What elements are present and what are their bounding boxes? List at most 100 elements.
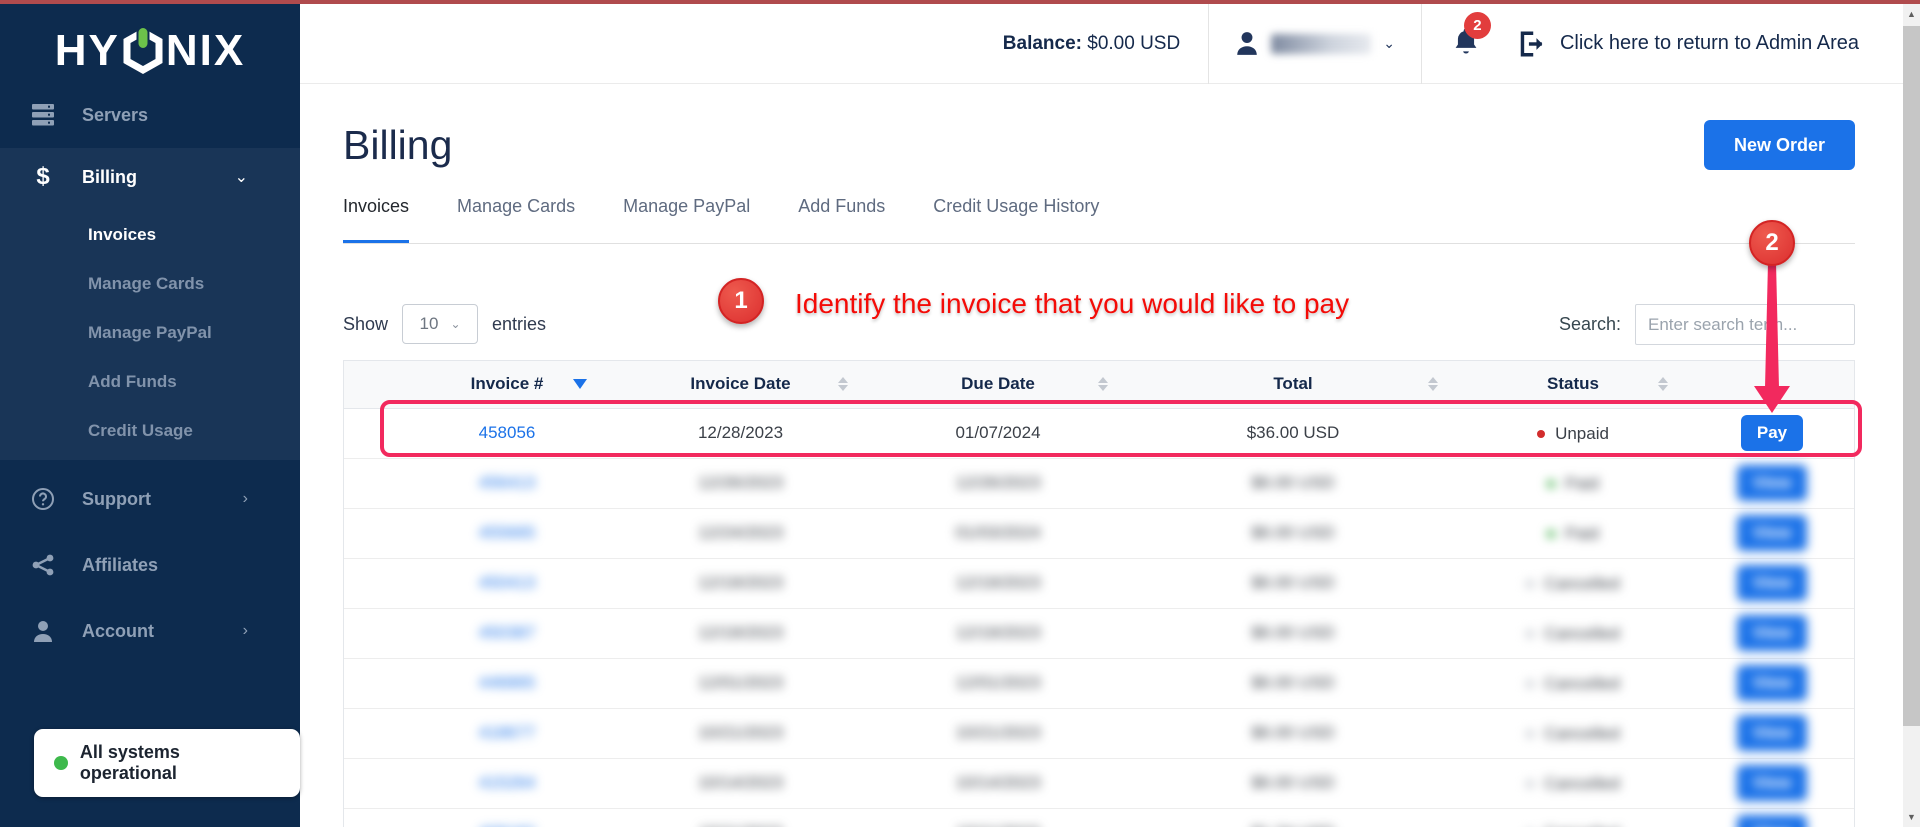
action-cell: View xyxy=(1688,507,1854,558)
invoice-link[interactable]: 458056 xyxy=(479,423,536,442)
due-date-cell: 10/14/2023 xyxy=(868,757,1128,808)
sidebar-item-billing[interactable]: $ Billing ⌄ xyxy=(0,148,300,206)
invoice-link[interactable]: 455665 xyxy=(479,523,536,542)
column-header-invoice-date[interactable]: Invoice Date xyxy=(613,361,868,409)
view-button[interactable]: View xyxy=(1736,565,1808,601)
invoice-cell: 450387 xyxy=(401,607,613,658)
tab-manage-cards[interactable]: Manage Cards xyxy=(457,196,575,243)
invoice-cell: 418677 xyxy=(401,707,613,758)
row-control-cell xyxy=(344,408,401,458)
scrollbar-thumb[interactable] xyxy=(1903,26,1920,726)
sidebar-item-affiliates[interactable]: Affiliates xyxy=(0,536,300,594)
status-dot-icon xyxy=(1526,729,1535,738)
hyonix-logo[interactable]: HY NIX xyxy=(0,26,300,76)
view-button[interactable]: View xyxy=(1736,515,1808,551)
invoice-date-cell: 12/26/2023 xyxy=(613,457,868,508)
status-badge: Cancelled xyxy=(1526,724,1620,744)
sidebar-subitem-credit-usage[interactable]: Credit Usage xyxy=(0,406,300,455)
sidebar-item-label: Account xyxy=(82,620,154,641)
view-button[interactable]: View xyxy=(1736,615,1808,651)
status-badge: Cancelled xyxy=(1526,674,1620,694)
sidebar-item-label: Servers xyxy=(82,104,149,125)
action-cell: View xyxy=(1688,457,1854,508)
due-date-cell: 01/07/2024 xyxy=(868,408,1128,458)
status-dot-icon xyxy=(1526,579,1535,588)
due-date-cell: 10/11/2023 xyxy=(868,807,1128,827)
column-header-empty xyxy=(344,361,401,409)
column-header-invoice[interactable]: Invoice # xyxy=(401,361,613,409)
tab-invoices[interactable]: Invoices xyxy=(343,196,410,243)
page-size-control: Show 10 ⌄ entries xyxy=(343,304,546,344)
notifications-button[interactable]: 2 xyxy=(1452,12,1491,61)
view-button[interactable]: View xyxy=(1736,815,1808,827)
column-header-total[interactable]: Total xyxy=(1128,361,1458,409)
invoice-date-cell: 12/01/2023 xyxy=(613,657,868,708)
logo-text-left: HY xyxy=(54,26,120,75)
search-input[interactable] xyxy=(1635,304,1855,345)
sidebar-subitem-invoices[interactable]: Invoices xyxy=(0,210,300,259)
invoice-link[interactable]: 450413 xyxy=(479,573,536,592)
invoice-date-cell: 10/14/2023 xyxy=(613,757,868,808)
sort-icon xyxy=(1658,377,1668,392)
total-amount: $1.34 USD xyxy=(1251,823,1334,827)
column-label: Total xyxy=(1273,374,1313,394)
column-header-empty xyxy=(1688,361,1854,409)
tab-add-funds[interactable]: Add Funds xyxy=(798,196,885,243)
user-menu[interactable]: ⌄ xyxy=(1235,31,1395,56)
page-size-select[interactable]: 10 ⌄ xyxy=(402,304,479,344)
due-date-cell: 10/21/2023 xyxy=(868,707,1128,758)
sidebar-subitem-add-funds[interactable]: Add Funds xyxy=(0,357,300,406)
sidebar-item-servers[interactable]: Servers xyxy=(0,86,300,144)
invoice-link[interactable]: 418677 xyxy=(479,723,536,742)
entries-label: entries xyxy=(492,313,547,334)
action-cell: Pay xyxy=(1688,408,1854,458)
column-header-due-date[interactable]: Due Date xyxy=(868,361,1128,409)
action-cell: View xyxy=(1688,807,1854,827)
logout-button[interactable] xyxy=(1516,30,1544,58)
invoice-date: 12/26/2023 xyxy=(697,473,784,492)
status-text: All systems operational xyxy=(79,742,180,783)
invoice-cell: 415264 xyxy=(401,757,613,808)
row-control-cell xyxy=(344,457,401,508)
action-cell: View xyxy=(1688,657,1854,708)
view-button[interactable]: View xyxy=(1736,765,1808,801)
system-status-badge[interactable]: All systems operational xyxy=(34,729,300,797)
due-date: 01/03/2024 xyxy=(955,523,1041,542)
sidebar-subitem-manage-paypal[interactable]: Manage PayPal xyxy=(0,308,300,357)
invoice-link[interactable]: 408182 xyxy=(479,823,536,827)
vertical-scrollbar: ▲ ▼ xyxy=(1903,4,1920,827)
pay-button[interactable]: Pay xyxy=(1740,415,1804,451)
total-cell: $1.34 USD xyxy=(1128,807,1458,827)
sidebar-subitem-manage-cards[interactable]: Manage Cards xyxy=(0,259,300,308)
view-button[interactable]: View xyxy=(1736,465,1808,501)
return-to-admin-link[interactable]: Click here to return to Admin Area xyxy=(1560,32,1859,55)
scrollbar-down-arrow[interactable]: ▼ xyxy=(1903,809,1920,825)
column-header-status[interactable]: Status xyxy=(1458,361,1688,409)
invoice-link[interactable]: 446865 xyxy=(479,673,536,692)
status-cell: Cancelled xyxy=(1458,607,1688,658)
invoice-date: 10/11/2023 xyxy=(699,823,783,827)
invoice-link[interactable]: 456413 xyxy=(479,473,536,492)
status-dot-icon xyxy=(1526,629,1535,638)
new-order-button[interactable]: New Order xyxy=(1703,120,1855,170)
invoice-row: 415264 10/14/2023 10/14/2023 $6.00 USD Cance… xyxy=(344,757,1854,808)
row-control-cell xyxy=(344,507,401,558)
chevron-down-icon: ⌄ xyxy=(234,169,248,186)
sidebar-item-support[interactable]: Support › xyxy=(0,470,300,528)
view-button[interactable]: View xyxy=(1736,715,1808,751)
invoice-link[interactable]: 415264 xyxy=(479,773,536,792)
view-button[interactable]: View xyxy=(1736,665,1808,701)
row-control-cell xyxy=(344,557,401,608)
tab-manage-paypal[interactable]: Manage PayPal xyxy=(623,196,750,243)
invoice-link[interactable]: 450387 xyxy=(479,623,536,642)
tab-credit-usage-history[interactable]: Credit Usage History xyxy=(933,196,1099,243)
action-cell: View xyxy=(1688,607,1854,658)
billing-tabs: Invoices Manage Cards Manage PayPal Add Fun… xyxy=(343,196,1855,244)
scrollbar-up-arrow[interactable]: ▲ xyxy=(1903,6,1920,22)
hexagon-logo-icon xyxy=(123,27,163,75)
chevron-right-icon: › xyxy=(242,622,248,639)
help-icon xyxy=(30,487,56,511)
sidebar-item-account[interactable]: Account › xyxy=(0,602,300,660)
chevron-right-icon: › xyxy=(242,490,248,507)
total-cell: $6.00 USD xyxy=(1128,707,1458,758)
